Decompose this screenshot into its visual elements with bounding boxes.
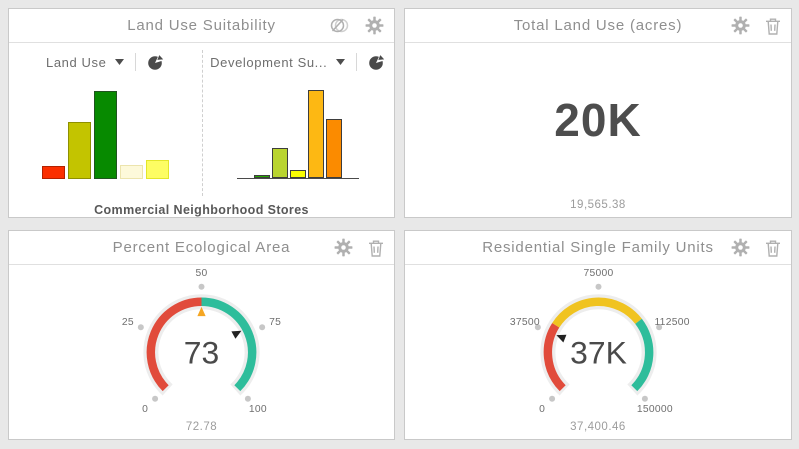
bar-chart-development-suitability[interactable] <box>237 90 359 179</box>
panel-header: Total Land Use (acres) <box>405 9 791 43</box>
visibility-off-icon[interactable] <box>329 17 350 34</box>
panel-percent-ecological-area: Percent Ecological Area <box>8 230 395 440</box>
chart-area-left <box>9 79 202 179</box>
tick-label: 112500 <box>654 317 689 328</box>
indicator-area: 20K <box>405 43 791 218</box>
category-label: Commercial Neighborhood Stores <box>9 203 394 217</box>
needle <box>231 331 241 339</box>
needle <box>556 335 566 343</box>
bar[interactable] <box>290 170 306 178</box>
chevron-down-icon <box>336 59 345 65</box>
indicator-detail-value: 19,565.38 <box>405 199 791 211</box>
pie-chart-icon[interactable] <box>368 54 385 71</box>
trash-icon[interactable] <box>765 17 781 35</box>
tick-label: 0 <box>539 404 545 415</box>
panel-title: Land Use Suitability <box>127 17 276 34</box>
tick-label: 25 <box>122 317 134 328</box>
chevron-down-icon <box>115 59 124 65</box>
bar[interactable] <box>68 122 91 179</box>
selector-land-use[interactable]: Land Use <box>9 47 202 77</box>
divider <box>135 53 136 71</box>
gauge-value-text: 73 <box>184 335 219 371</box>
tick-dot <box>641 396 647 402</box>
bar-chart-land-use[interactable] <box>42 91 169 179</box>
header-icons <box>334 231 384 264</box>
gauge-residential-units: 0 37500 75000 112500 150000 37K <box>492 268 705 418</box>
gauge-detail-value: 37,400.46 <box>405 421 791 433</box>
dashboard: Land Use Suitability <box>0 0 799 449</box>
bar[interactable] <box>94 91 117 179</box>
panel-body: 0 25 50 75 100 73 72.78 <box>9 265 394 440</box>
bar[interactable] <box>326 119 342 178</box>
chart-area-right <box>202 79 395 179</box>
panel-land-use-suitability: Land Use Suitability <box>8 8 395 218</box>
panel-header: Percent Ecological Area <box>9 231 394 265</box>
gear-icon[interactable] <box>334 238 353 257</box>
bar[interactable] <box>146 160 169 179</box>
bar[interactable] <box>42 166 65 179</box>
tick-dot <box>549 396 555 402</box>
header-icons <box>731 9 781 42</box>
panel-body: 0 37500 75000 112500 150000 37K 37,400.46 <box>405 265 791 440</box>
panel-body: Land Use Development Su... <box>9 47 394 218</box>
tick-label: 150000 <box>636 404 672 415</box>
gauge-value-text: 37K <box>570 335 627 371</box>
tick-label: 37500 <box>509 317 539 328</box>
pie-chart-icon[interactable] <box>147 54 164 71</box>
tick-dot <box>595 284 601 290</box>
gauge-percent-ecological: 0 25 50 75 100 73 <box>95 268 308 418</box>
divider <box>356 53 357 71</box>
tick-dot <box>245 396 251 402</box>
gear-icon[interactable] <box>731 16 750 35</box>
panel-header: Land Use Suitability <box>9 9 394 43</box>
trash-icon[interactable] <box>368 239 384 257</box>
bar[interactable] <box>254 175 270 179</box>
tick-label: 0 <box>142 404 148 415</box>
tick-label: 75000 <box>583 268 613 279</box>
tick-dot <box>152 396 158 402</box>
dashed-divider <box>202 50 203 196</box>
panel-title: Total Land Use (acres) <box>514 17 683 34</box>
tick-label: 75 <box>269 317 281 328</box>
tick-dot <box>259 324 265 330</box>
indicator-value: 20K <box>554 93 641 147</box>
header-icons <box>731 231 781 264</box>
panel-title: Percent Ecological Area <box>113 239 291 256</box>
selector-label: Development Su... <box>210 55 327 70</box>
panel-header: Residential Single Family Units <box>405 231 791 265</box>
selector-development-suitability[interactable]: Development Su... <box>202 47 395 77</box>
header-icons <box>329 9 384 42</box>
bar[interactable] <box>272 148 288 178</box>
panel-body: 20K 19,565.38 <box>405 43 791 218</box>
tick-dot <box>199 284 205 290</box>
tick-dot <box>138 324 144 330</box>
gear-icon[interactable] <box>731 238 750 257</box>
gauge-area: 0 25 50 75 100 73 <box>9 265 394 440</box>
gear-icon[interactable] <box>365 16 384 35</box>
gauge-area: 0 37500 75000 112500 150000 37K <box>405 265 791 440</box>
tick-label: 100 <box>249 404 267 415</box>
selector-label: Land Use <box>46 55 106 70</box>
bar[interactable] <box>308 90 324 178</box>
trash-icon[interactable] <box>765 239 781 257</box>
tick-label: 50 <box>195 268 207 279</box>
panel-title: Residential Single Family Units <box>482 239 714 256</box>
panel-total-land-use: Total Land Use (acres) <box>404 8 792 218</box>
panel-residential-single-family-units: Residential Single Family Units <box>404 230 792 440</box>
gauge-detail-value: 72.78 <box>9 421 394 433</box>
bar[interactable] <box>120 165 143 179</box>
